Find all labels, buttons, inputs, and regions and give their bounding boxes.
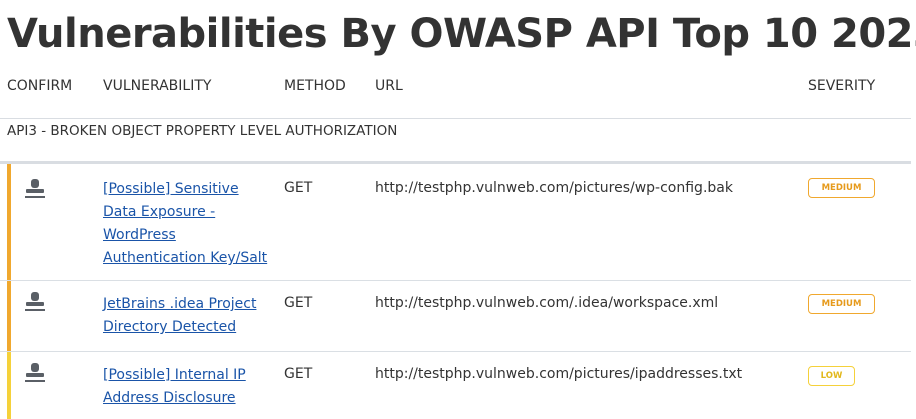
group-label: API3 - BROKEN OBJECT PROPERTY LEVEL AUTH… — [7, 123, 398, 139]
method-cell: GET — [284, 366, 313, 382]
table-row: JetBrains .idea Project Directory Detect… — [0, 281, 911, 352]
url-cell: http://testphp.vulnweb.com/pictures/ipad… — [375, 366, 743, 382]
table-row: [Possible] Sensitive Data Exposure - Wor… — [0, 164, 911, 281]
header-divider — [0, 118, 911, 119]
vulnerability-link[interactable]: [Possible] Internal IP Address Disclosur… — [103, 364, 273, 410]
column-header-vulnerability[interactable]: VULNERABILITY — [103, 78, 211, 94]
severity-bar — [7, 281, 11, 351]
column-header-severity[interactable]: SEVERITY — [808, 78, 875, 94]
method-cell: GET — [284, 180, 313, 196]
stamp-icon[interactable] — [25, 363, 45, 385]
severity-bar — [7, 164, 11, 280]
severity-badge: MEDIUM — [808, 178, 875, 198]
column-header-url[interactable]: URL — [375, 78, 403, 94]
vulnerability-link[interactable]: JetBrains .idea Project Directory Detect… — [103, 293, 273, 339]
severity-badge: LOW — [808, 366, 855, 386]
url-cell: http://testphp.vulnweb.com/.idea/workspa… — [375, 295, 719, 311]
column-header-confirm[interactable]: CONFIRM — [7, 78, 72, 94]
table-header: CONFIRM VULNERABILITY METHOD URL SEVERIT… — [0, 78, 916, 98]
method-cell: GET — [284, 295, 313, 311]
stamp-icon[interactable] — [25, 292, 45, 314]
url-cell: http://testphp.vulnweb.com/pictures/wp-c… — [375, 180, 733, 196]
severity-badge: MEDIUM — [808, 294, 875, 314]
stamp-icon[interactable] — [25, 179, 45, 201]
table-row: [Possible] Internal IP Address Disclosur… — [0, 352, 911, 419]
column-header-method[interactable]: METHOD — [284, 78, 346, 94]
severity-bar — [7, 352, 11, 419]
vulnerability-link[interactable]: [Possible] Sensitive Data Exposure - Wor… — [103, 178, 273, 270]
page-title: Vulnerabilities By OWASP API Top 10 2023 — [7, 11, 916, 57]
